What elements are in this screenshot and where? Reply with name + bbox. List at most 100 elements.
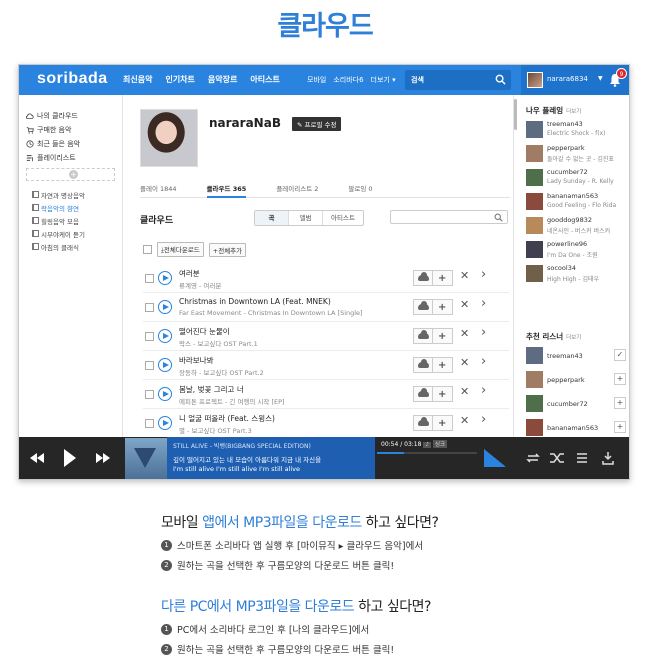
user-menu[interactable]: narara6834 ▼ 9 <box>521 65 629 95</box>
repeat-icon[interactable] <box>525 451 541 465</box>
lyrics-toggle-button[interactable]: ♪ <box>423 442 431 448</box>
nav-popular-chart[interactable]: 인기차트 <box>165 74 194 85</box>
add-playlist-button[interactable]: + <box>26 168 115 181</box>
sidebar-item-my-cloud[interactable]: 나의 클라우드 <box>26 110 122 121</box>
close-icon[interactable]: ✕ <box>460 327 469 340</box>
song-checkbox[interactable] <box>145 303 154 312</box>
tab-following[interactable]: 팔로잉 0 <box>348 179 372 197</box>
chevron-right-icon[interactable]: › <box>481 412 486 427</box>
add-song-button[interactable]: + <box>433 357 453 373</box>
chevron-right-icon[interactable]: › <box>481 296 486 311</box>
follow-button[interactable]: + <box>614 421 626 433</box>
search-input[interactable] <box>411 73 491 87</box>
previous-icon[interactable] <box>29 451 45 465</box>
nav-mobile[interactable]: 모바일 <box>307 75 326 85</box>
shuffle-icon[interactable] <box>549 451 565 465</box>
close-icon[interactable]: ✕ <box>460 298 469 311</box>
close-icon[interactable]: ✕ <box>460 356 469 369</box>
friend-item[interactable]: socool34 High High - 김태우 <box>526 263 629 285</box>
cloud-download-button[interactable] <box>413 415 433 431</box>
filter-song[interactable]: 곡 <box>255 211 289 225</box>
friend-item[interactable]: cucumber72 Lady Sunday - R. Kelly <box>526 167 629 189</box>
recommend-more-link[interactable]: 더보기 <box>566 335 581 341</box>
download-icon[interactable] <box>601 451 615 465</box>
search-icon[interactable] <box>495 74 506 85</box>
play-icon[interactable] <box>63 448 77 468</box>
cloud-search-input[interactable] <box>390 210 508 224</box>
cloud-download-button[interactable] <box>413 386 433 402</box>
chevron-right-icon[interactable]: › <box>481 325 486 340</box>
song-checkbox[interactable] <box>145 361 154 370</box>
playlist-item-active[interactable]: 락음악의 향연 <box>32 202 122 213</box>
add-song-button[interactable]: + <box>433 415 453 431</box>
nav-soribada6[interactable]: 소리바다6 <box>333 75 363 85</box>
add-song-button[interactable]: + <box>433 386 453 402</box>
cloud-download-button[interactable] <box>413 328 433 344</box>
play-icon[interactable] <box>158 416 172 430</box>
recommended-listener[interactable]: pepperpark + <box>526 369 629 391</box>
download-all-button[interactable]: ⤓전체다운로드 <box>157 242 204 257</box>
chevron-right-icon[interactable]: › <box>481 267 486 282</box>
friend-item[interactable]: gooddog9832 네온사인 - 버스커 버스커 <box>526 215 629 237</box>
recommended-listener[interactable]: treeman43 ✓ <box>526 345 629 367</box>
friend-item[interactable]: powerline96 I'm Da One - 조원 <box>526 239 629 261</box>
playlist-item[interactable]: 시부야케이 듣기 <box>32 228 122 239</box>
cloud-download-button[interactable] <box>413 357 433 373</box>
sidebar-item-recent[interactable]: 최근 들은 음악 <box>26 138 122 149</box>
song-row[interactable]: 떨어진다 눈물이 락스 - 보고싶다 OST Part.1 + ✕ › <box>143 322 509 351</box>
play-icon[interactable] <box>158 300 172 314</box>
add-song-button[interactable]: + <box>433 328 453 344</box>
tab-playlists[interactable]: 플레이리스트 2 <box>276 179 318 197</box>
close-icon[interactable]: ✕ <box>460 269 469 282</box>
song-checkbox[interactable] <box>145 419 154 428</box>
playlist-item[interactable]: 자연과 명상음악 <box>32 189 122 200</box>
play-icon[interactable] <box>158 387 172 401</box>
cloud-download-button[interactable] <box>413 299 433 315</box>
filter-album[interactable]: 앨범 <box>289 211 323 225</box>
playlist-item[interactable]: 힐링음악 모음 <box>32 215 122 226</box>
play-icon[interactable] <box>158 329 172 343</box>
list-icon[interactable] <box>575 451 589 465</box>
friend-item[interactable]: treeman43 Electric Shock - f(x) <box>526 119 629 141</box>
right-panel-scrollbar[interactable] <box>514 99 517 130</box>
add-song-button[interactable]: + <box>433 270 453 286</box>
friends-more-link[interactable]: 더보기 <box>566 109 581 115</box>
follow-button[interactable]: ✓ <box>614 349 626 361</box>
song-row[interactable]: 여러분 류계영 - 여러분 + ✕ › <box>143 264 509 293</box>
select-all-checkbox[interactable] <box>143 245 152 254</box>
follow-button[interactable]: + <box>614 397 626 409</box>
filter-artist[interactable]: 아티스트 <box>323 211 363 225</box>
song-row[interactable]: Christmas in Downtown LA (Feat. MNEK) Far… <box>143 293 509 322</box>
sync-button[interactable]: 싱크 <box>432 440 448 448</box>
song-row[interactable]: 봄날, 벚꽃 그리고 너 에피톤 프로젝트 - 긴 여행의 시작 [EP] + ✕ › <box>143 380 509 409</box>
song-checkbox[interactable] <box>145 274 154 283</box>
close-icon[interactable]: ✕ <box>460 385 469 398</box>
playlist-item[interactable]: 아침의 클래식 <box>32 241 122 252</box>
nav-latest-music[interactable]: 최신음악 <box>123 74 152 85</box>
song-row[interactable]: 바라보나봐 장동하 - 보고싶다 OST Part.2 + ✕ › <box>143 351 509 380</box>
search-icon[interactable] <box>494 213 503 222</box>
play-icon[interactable] <box>158 271 172 285</box>
edit-profile-button[interactable]: ✎ 프로필 수정 <box>292 117 342 131</box>
recommended-listener[interactable]: cucumber72 + <box>526 393 629 415</box>
cloud-download-button[interactable] <box>413 270 433 286</box>
nav-artist[interactable]: 아티스트 <box>250 74 279 85</box>
next-icon[interactable] <box>95 451 111 465</box>
friend-item[interactable]: pepperpark 돌아갈 수 없는 곳 - 김진표 <box>526 143 629 165</box>
chevron-right-icon[interactable]: › <box>481 354 486 369</box>
recommended-listener[interactable]: bananaman563 + <box>526 417 629 439</box>
chevron-right-icon[interactable]: › <box>481 383 486 398</box>
soribada-logo[interactable]: soribada <box>37 70 108 88</box>
song-checkbox[interactable] <box>145 390 154 399</box>
song-row[interactable]: 니 얼굴 떠올라 (Feat. 스윙스) 별 - 보고싶다 OST Part.3 +… <box>143 409 509 438</box>
progress-bar[interactable] <box>377 452 477 454</box>
tab-plays[interactable]: 플레이 1844 <box>140 179 177 197</box>
nav-more[interactable]: 더보기 ▾ <box>371 75 396 85</box>
song-checkbox[interactable] <box>145 332 154 341</box>
follow-button[interactable]: + <box>614 373 626 385</box>
play-icon[interactable] <box>158 358 172 372</box>
nav-genre[interactable]: 음악장르 <box>208 74 237 85</box>
tab-cloud[interactable]: 클라우드 365 <box>206 179 247 198</box>
add-song-button[interactable]: + <box>433 299 453 315</box>
friend-item[interactable]: bananaman563 Good Feeling - Flo Rida <box>526 191 629 213</box>
